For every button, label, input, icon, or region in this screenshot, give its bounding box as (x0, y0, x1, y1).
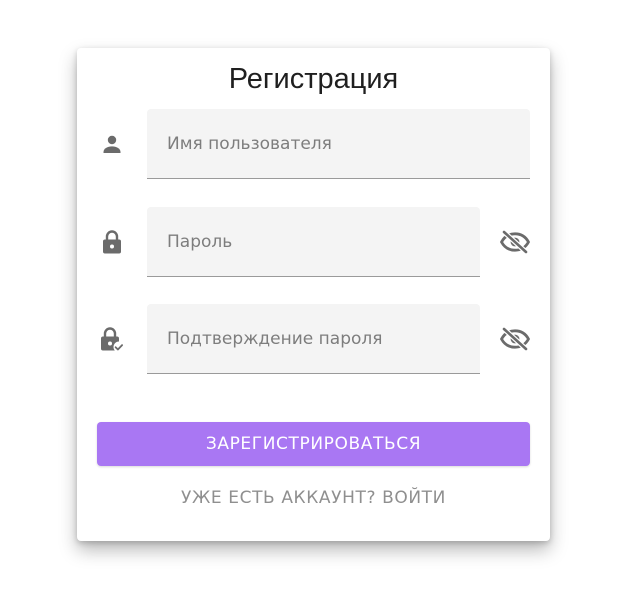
login-link[interactable]: УЖЕ ЕСТЬ АККАУНТ? ВОЙТИ (77, 488, 550, 508)
username-field[interactable] (147, 109, 530, 179)
password-input[interactable] (167, 207, 464, 276)
registration-card: Регистрация Имя пользователя ЗАРЕГИСТРИР… (77, 48, 550, 541)
eye-off-icon (500, 327, 530, 351)
lock-check-icon (99, 326, 125, 353)
eye-off-icon (500, 230, 530, 254)
toggle-confirm-password-visibility-button[interactable] (499, 323, 531, 355)
form-title: Регистрация (228, 63, 399, 95)
username-input[interactable] (167, 109, 514, 178)
lock-icon (99, 229, 125, 255)
person-icon (99, 131, 125, 157)
password-field[interactable] (147, 207, 480, 277)
confirm-password-field[interactable] (147, 304, 480, 374)
toggle-password-visibility-button[interactable] (499, 226, 531, 258)
register-button[interactable]: ЗАРЕГИСТРИРОВАТЬСЯ (97, 422, 530, 466)
confirm-password-input[interactable] (167, 304, 464, 373)
